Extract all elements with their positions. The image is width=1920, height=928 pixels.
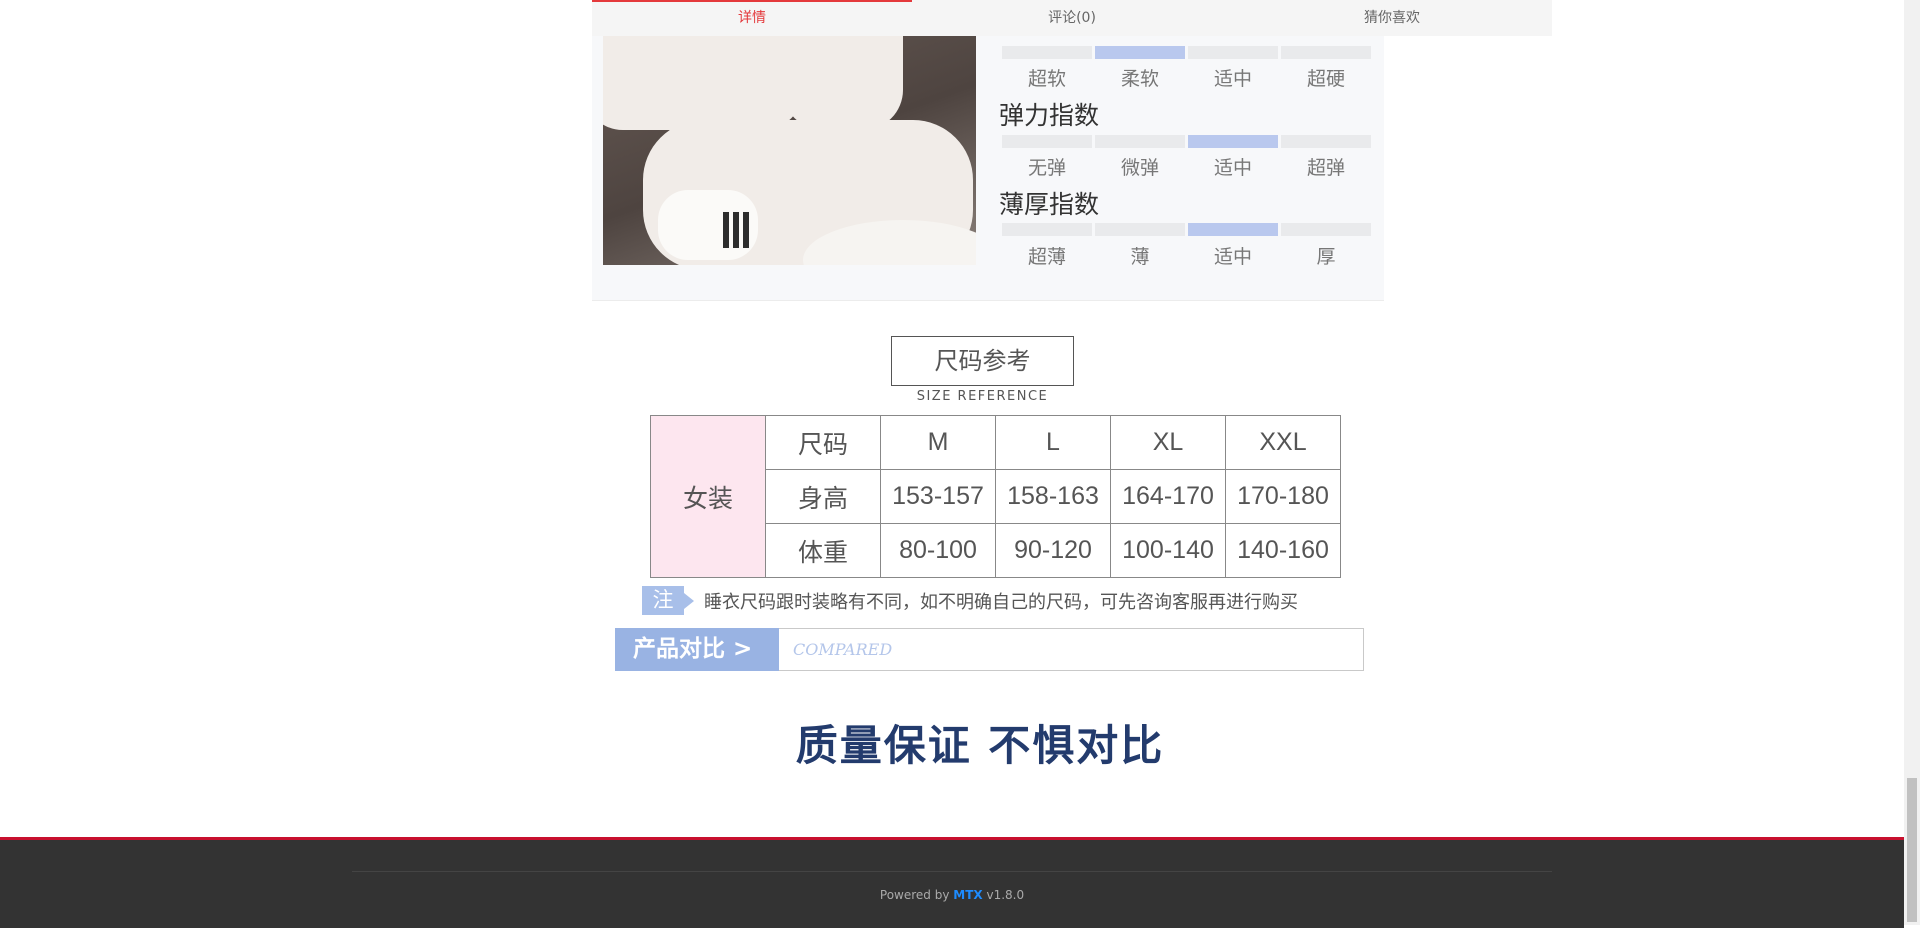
index-level: 超弹 <box>1306 157 1345 179</box>
table-cell: 90-120 <box>995 523 1111 578</box>
table-cell: XL <box>1110 415 1226 470</box>
scrollbar-thumb[interactable] <box>1907 778 1917 922</box>
index-bar <box>1002 223 1092 236</box>
tab-reviews[interactable]: 评论(0) <box>912 0 1232 36</box>
index-level: 适中 <box>1213 68 1252 90</box>
size-reference-title: 尺码参考 <box>891 336 1074 386</box>
tab-details[interactable]: 详情 <box>592 0 912 36</box>
size-table: 女装 尺码 M L XL XXL 身高 153-157 158-163 164-… <box>650 415 1341 578</box>
table-cell: 体重 <box>765 523 881 578</box>
index-level: 超硬 <box>1306 68 1345 90</box>
compare-banner: 产品对比 > COMPARED <box>615 628 1364 671</box>
elasticity-bars <box>1002 135 1371 148</box>
tab-recommendations[interactable]: 猜你喜欢 <box>1232 0 1552 36</box>
index-level: 柔软 <box>1120 68 1159 90</box>
footer-divider <box>352 871 1552 872</box>
product-photo <box>603 0 976 265</box>
index-bar <box>1095 135 1185 148</box>
index-bar <box>1281 46 1371 59</box>
table-cell: 尺码 <box>765 415 881 470</box>
index-level: 微弹 <box>1120 157 1159 179</box>
thickness-bars <box>1002 223 1371 236</box>
compare-en-label: COMPARED <box>779 628 1364 671</box>
detail-tabs: 详情 评论(0) 猜你喜欢 <box>592 0 1552 36</box>
footer-brand-link[interactable]: MTX <box>953 888 982 902</box>
size-note: 注 睡衣尺码跟时装略有不同，如不明确自己的尺码，可先咨询客服再进行购买 <box>642 586 1298 615</box>
elasticity-title: 弹力指数 <box>999 101 1100 130</box>
index-level: 适中 <box>1213 246 1252 268</box>
table-cell: 140-160 <box>1225 523 1341 578</box>
thickness-labels: 超薄 薄 适中 厚 <box>1002 242 1371 269</box>
index-level: 厚 <box>1316 246 1336 268</box>
table-cell: M <box>880 415 996 470</box>
index-bar <box>1281 223 1371 236</box>
table-cell: 170-180 <box>1225 469 1341 524</box>
size-reference-subtitle: SIZE REFERENCE <box>916 389 1049 404</box>
table-cell: 身高 <box>765 469 881 524</box>
table-cell: 80-100 <box>880 523 996 578</box>
table-cell: 153-157 <box>880 469 996 524</box>
note-text: 睡衣尺码跟时装略有不同，如不明确自己的尺码，可先咨询客服再进行购买 <box>704 591 1298 613</box>
index-bar <box>1095 223 1185 236</box>
footer-version: v1.8.0 <box>982 888 1025 902</box>
index-bar <box>1188 223 1278 236</box>
table-cell: 100-140 <box>1110 523 1226 578</box>
table-row: 女装 尺码 M L XL XXL <box>650 415 1341 578</box>
index-bar <box>1002 135 1092 148</box>
index-bar <box>1002 46 1092 59</box>
footer-prefix: Powered by <box>879 888 954 902</box>
index-level: 无弹 <box>1027 157 1066 179</box>
table-cell: 158-163 <box>995 469 1111 524</box>
category-cell: 女装 <box>650 415 766 578</box>
compare-label: 产品对比 > <box>615 628 779 671</box>
index-bar <box>1188 46 1278 59</box>
page-scrollbar[interactable] <box>1904 0 1920 925</box>
product-index-panel: 超软 柔软 适中 超硬 弹力指数 无弹 微弹 适中 超弹 薄厚指数 超薄 薄 适… <box>592 0 1384 301</box>
table-cell: L <box>995 415 1111 470</box>
softness-bars <box>1002 46 1371 59</box>
table-cell: XXL <box>1225 415 1341 470</box>
index-bar <box>1095 46 1185 59</box>
index-level: 超薄 <box>1027 246 1066 268</box>
index-bar <box>1188 135 1278 148</box>
index-level: 适中 <box>1213 157 1252 179</box>
quality-slogan: 质量保证 不惧对比 <box>795 721 1165 770</box>
index-level: 薄 <box>1130 246 1150 268</box>
footer-powered-by: Powered by MTX v1.8.0 <box>0 888 1904 902</box>
elasticity-labels: 无弹 微弹 适中 超弹 <box>1002 153 1371 180</box>
note-tag: 注 <box>642 586 694 615</box>
softness-labels: 超软 柔软 适中 超硬 <box>1002 64 1371 91</box>
site-footer: Powered by MTX v1.8.0 <box>0 837 1904 928</box>
thickness-title: 薄厚指数 <box>999 190 1100 219</box>
table-cell: 164-170 <box>1110 469 1226 524</box>
index-level: 超软 <box>1027 68 1066 90</box>
index-bar <box>1281 135 1371 148</box>
